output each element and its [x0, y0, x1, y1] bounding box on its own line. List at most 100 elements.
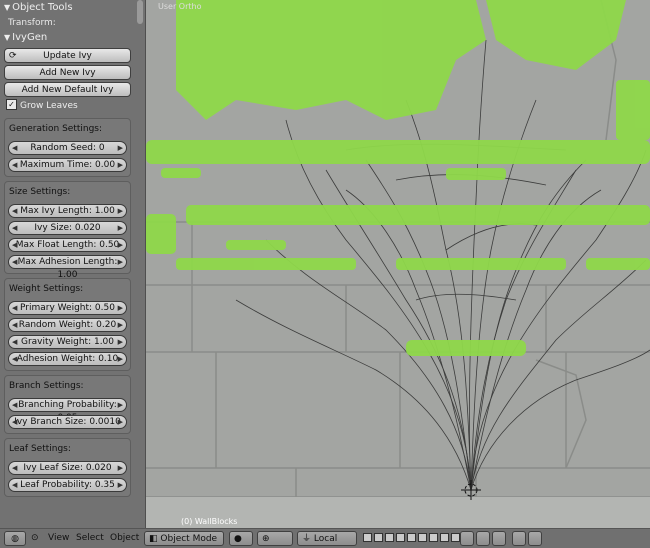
ivygen-title: IvyGen [12, 32, 48, 43]
3d-viewport[interactable] [146, 0, 650, 528]
decrement-arrow-icon[interactable]: ◀ [12, 399, 17, 412]
adhesion-weight-value: Adhesion Weight: 0.10 [16, 354, 119, 364]
camera-icon[interactable] [512, 531, 526, 546]
decrement-arrow-icon[interactable]: ◀ [12, 239, 17, 252]
leaf-settings: Leaf Settings: ◀ Ivy Leaf Size: 0.020 ▶ ◀ L… [4, 438, 131, 497]
ivygen-header[interactable]: ▼ IvyGen [0, 30, 145, 46]
menu-select[interactable]: Select [76, 531, 104, 546]
cube-icon: ◧ [149, 534, 158, 544]
decrement-arrow-icon[interactable]: ◀ [12, 319, 17, 332]
decrement-arrow-icon[interactable]: ◀ [12, 256, 17, 269]
pivot-icon: ⊕ [262, 534, 270, 544]
max-ivy-length-value: Max Ivy Length: 1.00 [20, 206, 115, 216]
ivy-leaf-size-field[interactable]: ◀ Ivy Leaf Size: 0.020 ▶ [8, 461, 127, 475]
increment-arrow-icon[interactable]: ▶ [118, 239, 123, 252]
3d-view-header: ◍ ⊙ View Select Object ◧ Object Mode ● ⊕… [0, 528, 650, 548]
tool-panel: ▼ Object Tools Transform: ▼ IvyGen ⟳ Updat… [0, 0, 146, 528]
add-new-default-ivy-button[interactable]: Add New Default Ivy [4, 82, 131, 97]
branch-settings-title: Branch Settings: [9, 381, 84, 391]
panel-title: Object Tools [12, 2, 73, 13]
increment-arrow-icon[interactable]: ▶ [118, 159, 123, 172]
shading-select[interactable]: ● [229, 531, 253, 546]
selected-object-name: (0) WallBlocks [181, 517, 238, 526]
menu-view[interactable]: View [48, 531, 69, 546]
decrement-arrow-icon[interactable]: ◀ [12, 222, 17, 235]
object-tools-header[interactable]: ▼ Object Tools [0, 0, 145, 16]
random-seed-field[interactable]: ◀ Random Seed: 0 ▶ [8, 141, 127, 155]
ivy-size-field[interactable]: ◀ Ivy Size: 0.020 ▶ [8, 221, 127, 235]
increment-arrow-icon[interactable]: ▶ [118, 416, 123, 429]
ivy-branch-size-value: Ivy Branch Size: 0.0010 [14, 417, 121, 427]
decrement-arrow-icon[interactable]: ◀ [12, 479, 17, 492]
menu-object[interactable]: Object [110, 531, 139, 546]
increment-arrow-icon[interactable]: ▶ [118, 222, 123, 235]
editor-type-button[interactable]: ◍ [4, 531, 26, 546]
update-ivy-button[interactable]: ⟳ Update Ivy [4, 48, 131, 63]
decrement-arrow-icon[interactable]: ◀ [12, 353, 17, 366]
leaf-settings-title: Leaf Settings: [9, 444, 71, 454]
increment-arrow-icon[interactable]: ▶ [118, 142, 123, 155]
decrement-arrow-icon[interactable]: ◀ [12, 142, 17, 155]
ivy-size-value: Ivy Size: 0.020 [34, 223, 101, 233]
snap-icon[interactable] [492, 531, 506, 546]
max-float-length-value: Max Float Length: 0.50 [15, 240, 120, 250]
max-adhesion-length-field[interactable]: ◀ Max Adhesion Length: 1.00 ▶ [8, 255, 127, 280]
viewport-scene [146, 0, 650, 528]
transform-label: Transform: [8, 18, 56, 28]
increment-arrow-icon[interactable]: ▶ [118, 302, 123, 315]
size-settings: Size Settings: ◀ Max Ivy Length: 1.00 ▶ ◀ I… [4, 181, 131, 280]
mode-select[interactable]: ◧ Object Mode [144, 531, 224, 546]
grow-leaves-checkbox[interactable]: ✓ Grow Leaves [6, 99, 145, 114]
ivy-leaf-size-value: Ivy Leaf Size: 0.020 [23, 463, 112, 473]
branching-probability-field[interactable]: ◀Branching Probability: 0.05▶ [8, 398, 127, 423]
grow-leaves-label: Grow Leaves [20, 101, 78, 111]
menu-toggle-icon[interactable]: ⊙ [31, 531, 39, 546]
weight-settings-title: Weight Settings: [9, 284, 84, 294]
leaf-probability-field[interactable]: ◀ Leaf Probability: 0.35 ▶ [8, 478, 127, 492]
viewport-view-label: User Ortho [158, 2, 202, 11]
decrement-arrow-icon[interactable]: ◀ [12, 416, 17, 429]
increment-arrow-icon[interactable]: ▶ [118, 399, 123, 412]
increment-arrow-icon[interactable]: ▶ [118, 479, 123, 492]
orientation-label: Local [313, 534, 338, 544]
film-icon[interactable] [528, 531, 542, 546]
leaf-probability-value: Leaf Probability: 0.35 [20, 480, 115, 490]
maximum-time-field[interactable]: ◀ Maximum Time: 0.00 ▶ [8, 158, 127, 172]
collapse-triangle-icon: ▼ [4, 33, 11, 42]
increment-arrow-icon[interactable]: ▶ [118, 353, 123, 366]
render-icon[interactable] [476, 531, 490, 546]
pivot-select[interactable]: ⊕ [257, 531, 293, 546]
primary-weight-field[interactable]: ◀ Primary Weight: 0.50 ▶ [8, 301, 127, 315]
decrement-arrow-icon[interactable]: ◀ [12, 205, 17, 218]
max-adhesion-length-value: Max Adhesion Length: 1.00 [17, 257, 118, 280]
lock-icon[interactable] [460, 531, 474, 546]
max-ivy-length-field[interactable]: ◀ Max Ivy Length: 1.00 ▶ [8, 204, 127, 218]
increment-arrow-icon[interactable]: ▶ [118, 336, 123, 349]
decrement-arrow-icon[interactable]: ◀ [12, 462, 17, 475]
max-float-length-field[interactable]: ◀ Max Float Length: 0.50 ▶ [8, 238, 127, 252]
ivy-branch-size-field[interactable]: ◀ Ivy Branch Size: 0.0010 ▶ [8, 415, 127, 429]
generation-settings-title: Generation Settings: [9, 124, 103, 134]
decrement-arrow-icon[interactable]: ◀ [12, 159, 17, 172]
layer-buttons[interactable] [362, 531, 461, 546]
random-weight-value: Random Weight: 0.20 [18, 320, 117, 330]
mode-label: Object Mode [160, 534, 218, 544]
increment-arrow-icon[interactable]: ▶ [118, 205, 123, 218]
gravity-weight-value: Gravity Weight: 1.00 [20, 337, 115, 347]
generation-settings: Generation Settings: ◀ Random Seed: 0 ▶ ◀ M… [4, 118, 131, 177]
add-new-ivy-button[interactable]: Add New Ivy [4, 65, 131, 80]
primary-weight-value: Primary Weight: 0.50 [20, 303, 115, 313]
random-weight-field[interactable]: ◀ Random Weight: 0.20 ▶ [8, 318, 127, 332]
globe-icon: ◍ [11, 534, 19, 544]
increment-arrow-icon[interactable]: ▶ [118, 319, 123, 332]
decrement-arrow-icon[interactable]: ◀ [12, 336, 17, 349]
decrement-arrow-icon[interactable]: ◀ [12, 302, 17, 315]
gravity-weight-field[interactable]: ◀ Gravity Weight: 1.00 ▶ [8, 335, 127, 349]
increment-arrow-icon[interactable]: ▶ [118, 462, 123, 475]
panel-scrollbar[interactable] [137, 0, 143, 24]
transform-orientation-select[interactable]: ⏚ Local [297, 531, 357, 546]
maximum-time-value: Maximum Time: 0.00 [19, 160, 116, 170]
adhesion-weight-field[interactable]: ◀ Adhesion Weight: 0.10 ▶ [8, 352, 127, 366]
branch-settings: Branch Settings: ◀ Branching Probability:… [4, 375, 131, 434]
increment-arrow-icon[interactable]: ▶ [118, 256, 123, 269]
